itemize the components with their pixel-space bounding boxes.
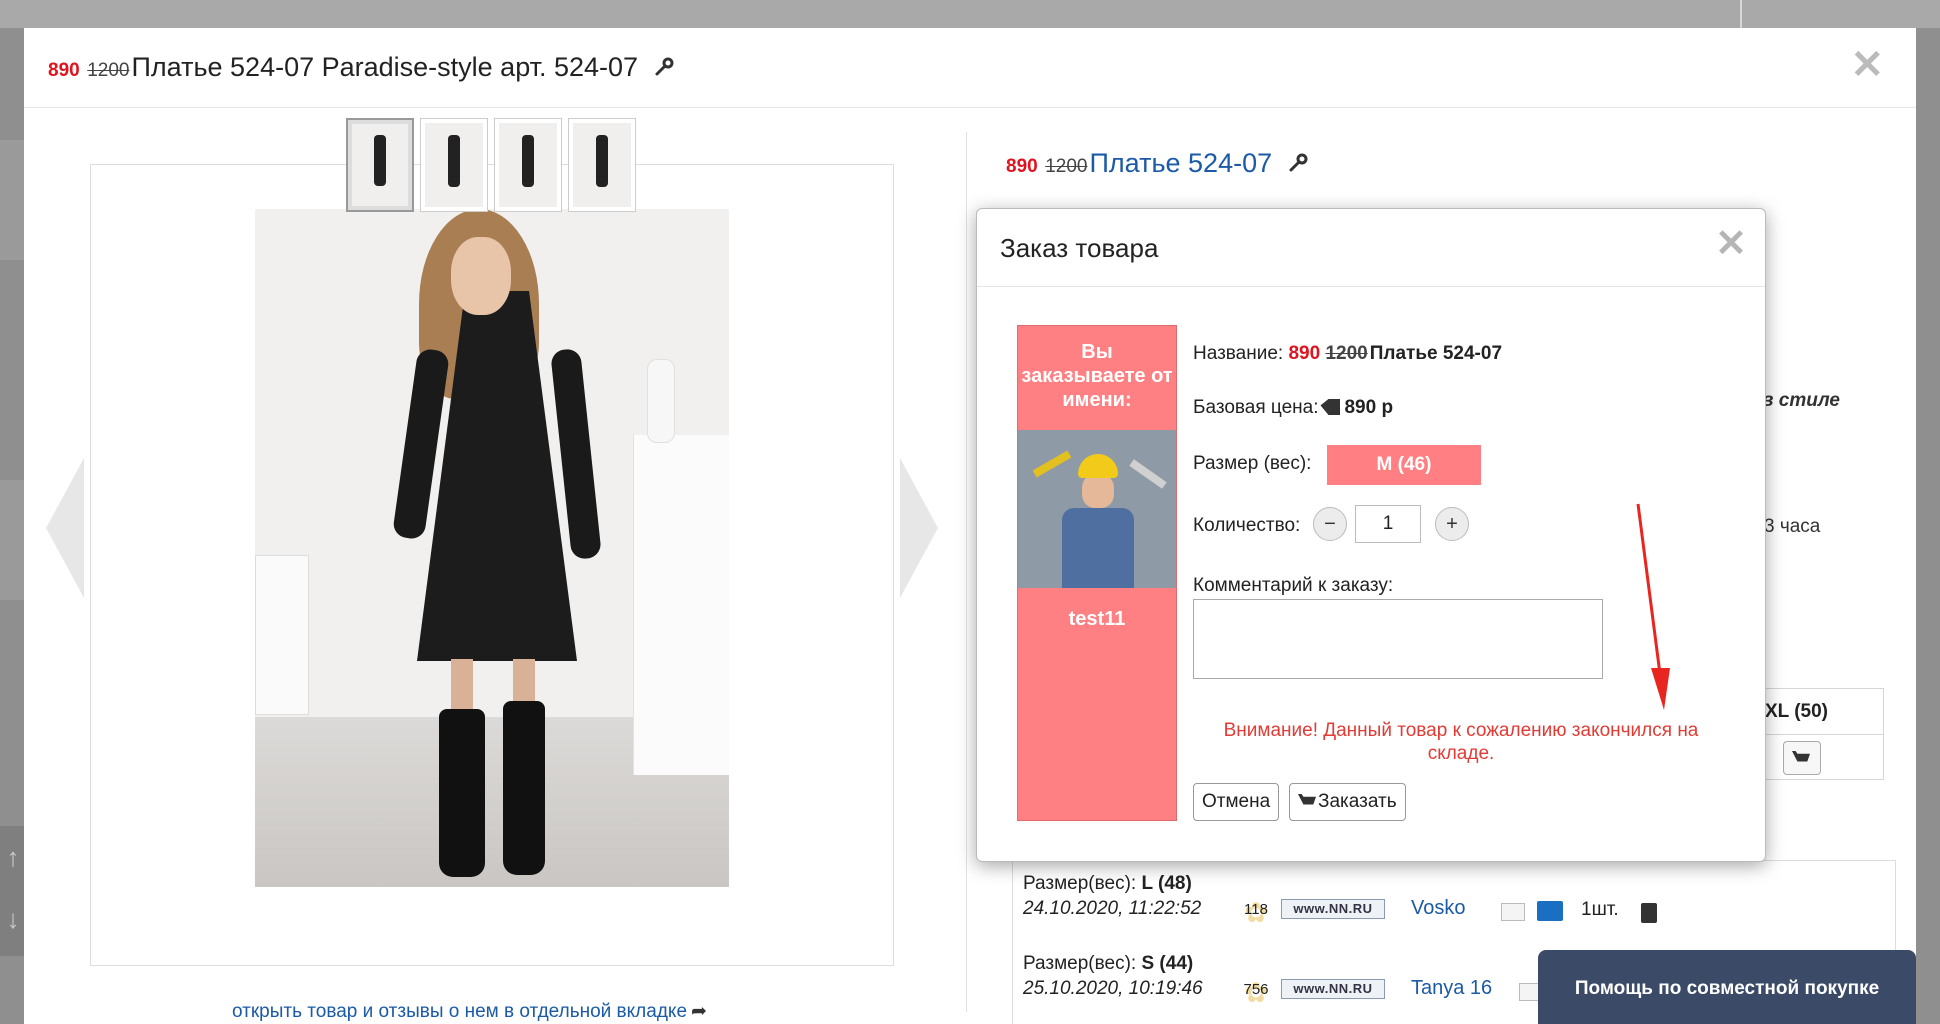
gallery-prev-arrow[interactable] (46, 458, 84, 598)
product-title: 890 1200Платье 524-07 (1006, 148, 1308, 179)
site-logo: www.NN.RU (1281, 899, 1385, 919)
thumbnail-strip (346, 118, 636, 212)
open-in-new-tab-link[interactable]: открыть товар и отзывы о нем в отдельной… (232, 1000, 707, 1023)
order-dialog-title: Заказ товара (1000, 233, 1159, 263)
wrench-icon[interactable] (654, 57, 674, 77)
product-modal-header: 890 1200Платье 524-07 Paradise-style арт… (24, 28, 1916, 108)
avatar (1018, 430, 1176, 588)
close-icon[interactable]: ✕ (1715, 221, 1747, 266)
out-of-stock-warning: Внимание! Данный товар к сожалению закон… (1223, 720, 1699, 764)
size-table: XL (50) (1764, 688, 1884, 780)
product-modal-title-text: Платье 524-07 Paradise-style арт. 524-07 (131, 52, 639, 82)
thumbnail[interactable] (420, 118, 488, 212)
trash-icon[interactable] (1641, 903, 1657, 923)
site-logo: www.NN.RU (1281, 979, 1385, 999)
help-button[interactable]: Помощь по совместной покупке (1538, 950, 1916, 1024)
price-new: 890 (1288, 343, 1321, 364)
quantity-label: Количество: (1193, 515, 1301, 536)
size-label: Размер (вес): (1193, 453, 1312, 474)
ordering-as-label: Вы заказываете от имени: (1021, 341, 1173, 411)
quantity-input[interactable]: 1 (1355, 505, 1421, 543)
comment-label: Комментарий к заказу: (1193, 575, 1394, 596)
size-column-header: XL (50) (1765, 689, 1883, 735)
size-selector[interactable]: M (46) (1327, 445, 1481, 485)
product-photo-frame (90, 164, 894, 966)
base-price-label: Базовая цена: (1193, 397, 1319, 418)
order-size: Размер(вес): L (48) (1023, 873, 1192, 894)
description-fragment: в стиле (1762, 390, 1840, 411)
quantity-decrement-button[interactable]: − (1313, 507, 1347, 541)
share-arrow-icon: ➦ (691, 1001, 707, 1022)
thumbnail[interactable] (494, 118, 562, 212)
rating-badge: ✿ 118 (1244, 897, 1268, 928)
background-page-top (0, 0, 1940, 28)
price-new: 890 (1006, 156, 1038, 177)
product-photo[interactable] (255, 209, 729, 887)
open-link-text: открыть товар и отзывы о нем в отдельной… (232, 1001, 688, 1022)
order-date: 25.10.2020, 10:19:46 (1023, 978, 1203, 999)
user-link[interactable]: Tanya 16 (1411, 977, 1492, 1000)
email-icon[interactable] (1537, 901, 1563, 921)
quantity-increment-button[interactable]: + (1435, 507, 1469, 541)
background-scroll-buttons[interactable]: ↑ ↓ (0, 826, 26, 956)
price-old: 1200 (1325, 343, 1368, 364)
name-value: Платье 524-07 (1369, 343, 1503, 364)
price-new: 890 (48, 60, 80, 81)
name-row: Название: 890 1200 Платье 524-07 (1193, 343, 1502, 365)
order-dialog-header: Заказ товара ✕ (977, 209, 1765, 287)
product-title-text[interactable]: Платье 524-07 (1090, 148, 1273, 178)
price-tag-icon (1320, 399, 1341, 415)
name-label: Название: (1193, 343, 1284, 364)
background-left-shape (0, 140, 24, 260)
wrench-icon[interactable] (1288, 153, 1308, 173)
cancel-button[interactable]: Отмена (1193, 783, 1280, 821)
column-divider (966, 132, 967, 1012)
gallery-next-arrow[interactable] (900, 458, 938, 598)
background-left-shape (0, 480, 24, 600)
rating-badge: ✿ 756 (1243, 977, 1269, 1008)
ordering-user-panel: Вы заказываете от имени: test11 (1017, 325, 1177, 821)
close-icon[interactable]: ✕ (1850, 42, 1884, 88)
comment-textarea[interactable] (1193, 599, 1603, 679)
thumbnail[interactable] (346, 118, 414, 212)
background-divider (1740, 0, 1742, 28)
base-price-value: 890 р (1344, 397, 1394, 418)
add-to-cart-button[interactable] (1783, 741, 1821, 775)
order-button-label: Заказать (1318, 791, 1397, 812)
order-date: 24.10.2020, 11:22:52 (1023, 898, 1202, 919)
delivery-fragment: 3 часа (1764, 516, 1821, 537)
price-old: 1200 (1045, 156, 1088, 177)
price-old: 1200 (87, 60, 130, 81)
order-size: Размер(вес): S (44) (1023, 953, 1194, 974)
product-modal-title: 890 1200Платье 524-07 Paradise-style арт… (48, 52, 674, 83)
order-button[interactable]: Заказать (1289, 783, 1406, 821)
user-link[interactable]: Vosko (1411, 897, 1465, 920)
message-icon[interactable] (1501, 903, 1525, 921)
cart-icon (1298, 794, 1316, 805)
order-quantity: 1шт. (1581, 899, 1619, 920)
thumbnail[interactable] (568, 118, 636, 212)
cart-icon (1792, 751, 1810, 762)
base-price-row: Базовая цена: 890 р (1193, 397, 1393, 419)
username: test11 (1068, 608, 1126, 630)
order-dialog: Заказ товара ✕ Вы заказываете от имени: … (976, 208, 1766, 862)
